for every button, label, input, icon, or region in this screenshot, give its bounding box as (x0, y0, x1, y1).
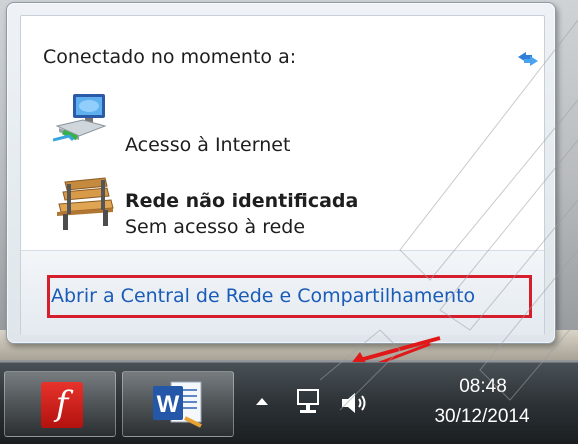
park-bench-icon (57, 177, 114, 230)
svg-text:W: W (157, 391, 180, 418)
network-name: Acesso à Internet (125, 134, 291, 156)
taskbar: f W (0, 362, 578, 444)
network-icon[interactable] (295, 388, 321, 416)
network-name: Rede não identificada (125, 190, 359, 212)
clock-date[interactable]: 30/12/2014 (412, 406, 552, 428)
connected-header: Conectado no momento a: (43, 46, 297, 68)
network-status: Sem acesso à rede (125, 216, 306, 238)
clock-time[interactable]: 08:48 (428, 376, 538, 398)
word-icon: W (153, 381, 202, 428)
refresh-icon[interactable] (515, 48, 541, 70)
network-flyout-body: Conectado no momento a: Acesso à Interne… (20, 15, 545, 335)
computer-network-icon (53, 94, 107, 142)
taskbar-button-flash[interactable]: f (4, 371, 116, 437)
open-network-center-link[interactable]: Abrir a Central de Rede e Compartilhamen… (51, 285, 475, 307)
flash-icon: f (41, 382, 83, 428)
volume-icon[interactable] (340, 390, 370, 416)
network-flyout: Conectado no momento a: Acesso à Interne… (6, 2, 556, 344)
show-hidden-icons-arrow[interactable] (255, 396, 269, 406)
taskbar-button-word[interactable]: W (122, 371, 234, 437)
